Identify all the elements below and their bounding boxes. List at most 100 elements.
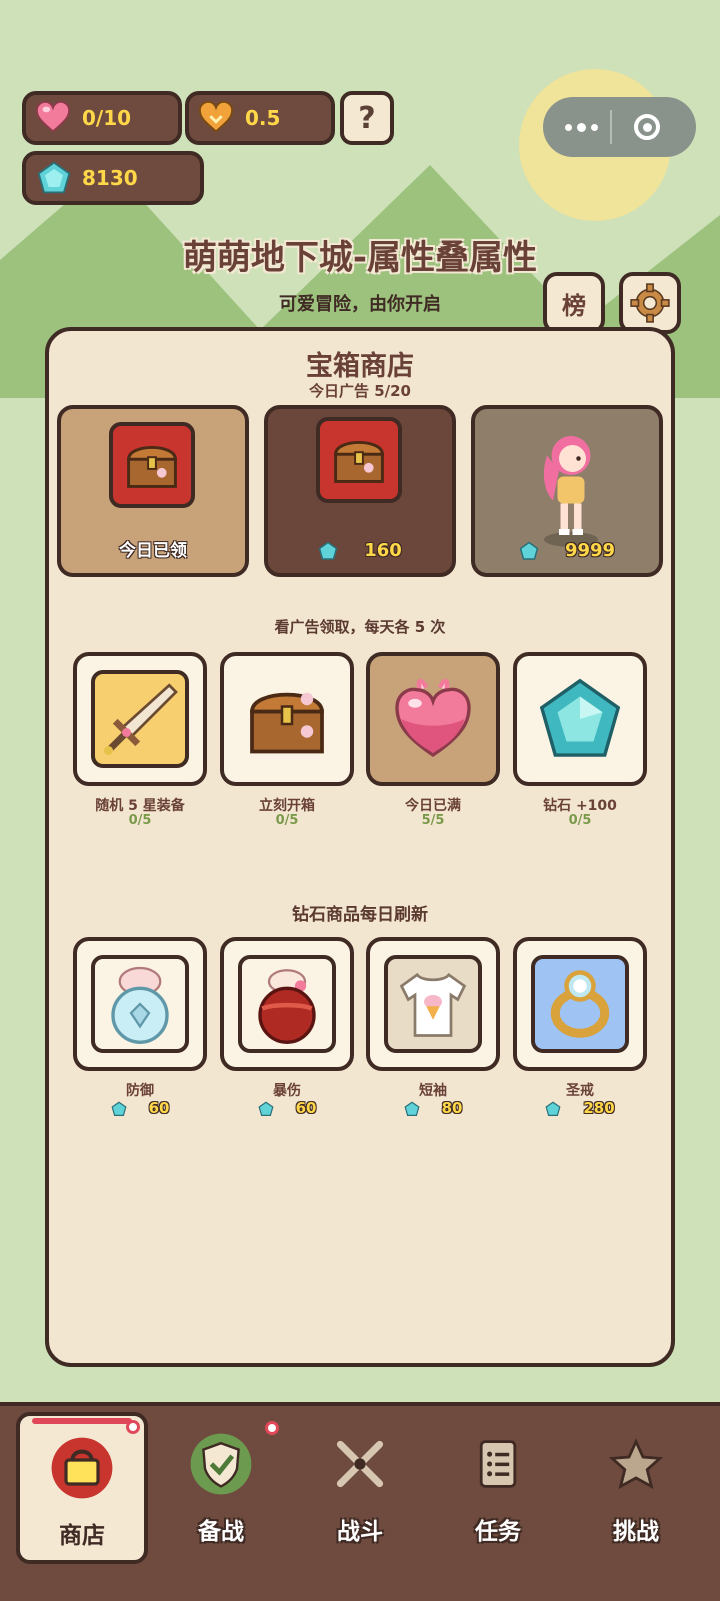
- ad-item-name: 今日已满: [405, 798, 461, 814]
- ad-item-name: 立刻开箱: [259, 798, 315, 814]
- diamond-icon: [318, 541, 338, 560]
- shop-item-price-value: 280: [583, 1099, 615, 1117]
- heart-potion-icon: [395, 678, 471, 758]
- shop-item-price: 280: [513, 1099, 647, 1117]
- nav-label: 备战: [198, 1519, 244, 1545]
- item-frame: [91, 955, 189, 1053]
- game-title: 萌萌地下城-属性叠属性: [182, 238, 538, 278]
- close-miniprogram-icon[interactable]: [634, 114, 660, 140]
- active-indicator: [32, 1418, 132, 1424]
- ad-item-count: 0/5: [128, 813, 152, 828]
- ad-count: 今日广告 5/20: [308, 382, 411, 400]
- diamond-chest-price: 160: [268, 540, 452, 561]
- diamond-icon: [111, 1100, 127, 1116]
- diamond-icon: [404, 1100, 420, 1116]
- treasure-chest-icon: [250, 692, 324, 754]
- diamond-icon: [545, 1100, 561, 1116]
- ad-section-title: 看广告领取，每天各 5 次: [274, 618, 446, 636]
- shop-item-ring[interactable]: [513, 937, 647, 1071]
- nav-battle[interactable]: 战斗: [294, 1412, 426, 1564]
- notification-dot: [265, 1421, 279, 1435]
- character-price-value: 9999: [564, 540, 616, 561]
- diamond-chest-price-value: 160: [364, 540, 402, 561]
- nav-label: 挑战: [613, 1519, 659, 1545]
- diamond-icon: [258, 1100, 274, 1116]
- task-list-icon: [479, 1440, 517, 1488]
- star-icon: [608, 1438, 664, 1490]
- ad-item-stamina-full[interactable]: [366, 652, 500, 786]
- item-frame: [238, 955, 336, 1053]
- ad-item-count: 5/5: [421, 813, 445, 828]
- treasure-chest-icon: [127, 446, 177, 488]
- item-frame: [384, 955, 482, 1053]
- shop-item-name: 防御: [126, 1083, 154, 1099]
- multiplier-value: 0.5: [245, 106, 281, 130]
- shop-item-name: 暴伤: [273, 1083, 301, 1099]
- treasure-chest-icon: [334, 441, 384, 483]
- shop-item-name: 短袖: [419, 1083, 447, 1099]
- stamina-value: 0/10: [82, 106, 132, 130]
- shop-item-price-value: 60: [295, 1099, 317, 1117]
- free-chest-label: 今日已领: [119, 541, 187, 561]
- shop-item-name: 圣戒: [566, 1083, 594, 1099]
- shop-bag-icon: [51, 1437, 113, 1499]
- heart-icon: [35, 100, 71, 133]
- nav-label: 任务: [475, 1519, 521, 1545]
- diamond-icon: [539, 678, 621, 757]
- miniprogram-capsule: [543, 97, 696, 157]
- shop-item-price: 60: [73, 1099, 207, 1117]
- chest-icon-frame: [316, 417, 402, 503]
- diamond-icon: [37, 161, 71, 194]
- item-frame: [91, 670, 189, 768]
- gear-icon: [630, 283, 670, 323]
- crossed-swords-icon: [336, 1440, 384, 1488]
- golden-heart-icon: [198, 100, 234, 133]
- leaderboard-button[interactable]: 榜: [543, 272, 605, 334]
- nav-tasks[interactable]: 任务: [432, 1412, 564, 1564]
- item-frame: [531, 955, 629, 1053]
- ad-item-random-equipment[interactable]: [73, 652, 207, 786]
- ring-icon: [550, 970, 610, 1038]
- defense-potion-icon: [111, 966, 169, 1044]
- stamina-counter[interactable]: 0/10: [22, 91, 182, 145]
- sword-icon: [104, 683, 178, 755]
- game-subtitle: 可爱冒险，由你开启: [279, 294, 441, 315]
- ad-item-diamonds[interactable]: [513, 652, 647, 786]
- free-chest-card[interactable]: 今日已领: [57, 405, 249, 577]
- shop-item-price: 80: [366, 1099, 500, 1117]
- shop-item-defense[interactable]: [73, 937, 207, 1071]
- nav-shop[interactable]: 商店: [16, 1412, 148, 1564]
- nav-prepare[interactable]: 备战: [155, 1412, 287, 1564]
- ad-item-name: 钻石 +100: [543, 798, 617, 814]
- tshirt-icon: [399, 972, 467, 1037]
- shop-item-price-value: 60: [148, 1099, 170, 1117]
- more-icon[interactable]: [565, 122, 598, 132]
- ad-item-name: 随机 5 星装备: [95, 798, 185, 814]
- multiplier-counter[interactable]: 0.5: [185, 91, 335, 145]
- ad-item-open-chest[interactable]: [220, 652, 354, 786]
- nav-label: 商店: [59, 1523, 105, 1549]
- character-girl-icon: [543, 436, 598, 547]
- diamond-value: 8130: [82, 166, 138, 190]
- notification-dot: [126, 1420, 140, 1434]
- character-price: 9999: [475, 540, 659, 561]
- chest-icon-frame: [109, 422, 195, 508]
- help-button[interactable]: ?: [340, 91, 394, 145]
- nav-label: 战斗: [337, 1519, 383, 1545]
- diamond-counter[interactable]: 8130: [22, 151, 204, 205]
- diamond-section-title: 钻石商品每日刷新: [292, 905, 428, 925]
- settings-button[interactable]: [619, 272, 681, 334]
- shop-item-crit[interactable]: [220, 937, 354, 1071]
- crit-potion-icon: [258, 969, 316, 1044]
- shop-title: 宝箱商店: [306, 351, 414, 382]
- ad-item-count: 0/5: [275, 813, 299, 828]
- nav-challenge[interactable]: 挑战: [570, 1412, 702, 1564]
- diamond-chest-card[interactable]: 160: [264, 405, 456, 577]
- shop-item-tshirt[interactable]: [366, 937, 500, 1071]
- ad-item-count: 0/5: [568, 813, 592, 828]
- character-card[interactable]: 9999: [471, 405, 663, 577]
- shield-check-icon: [190, 1433, 252, 1495]
- shop-item-price: 60: [220, 1099, 354, 1117]
- diamond-icon: [519, 541, 539, 560]
- shop-item-price-value: 80: [441, 1099, 463, 1117]
